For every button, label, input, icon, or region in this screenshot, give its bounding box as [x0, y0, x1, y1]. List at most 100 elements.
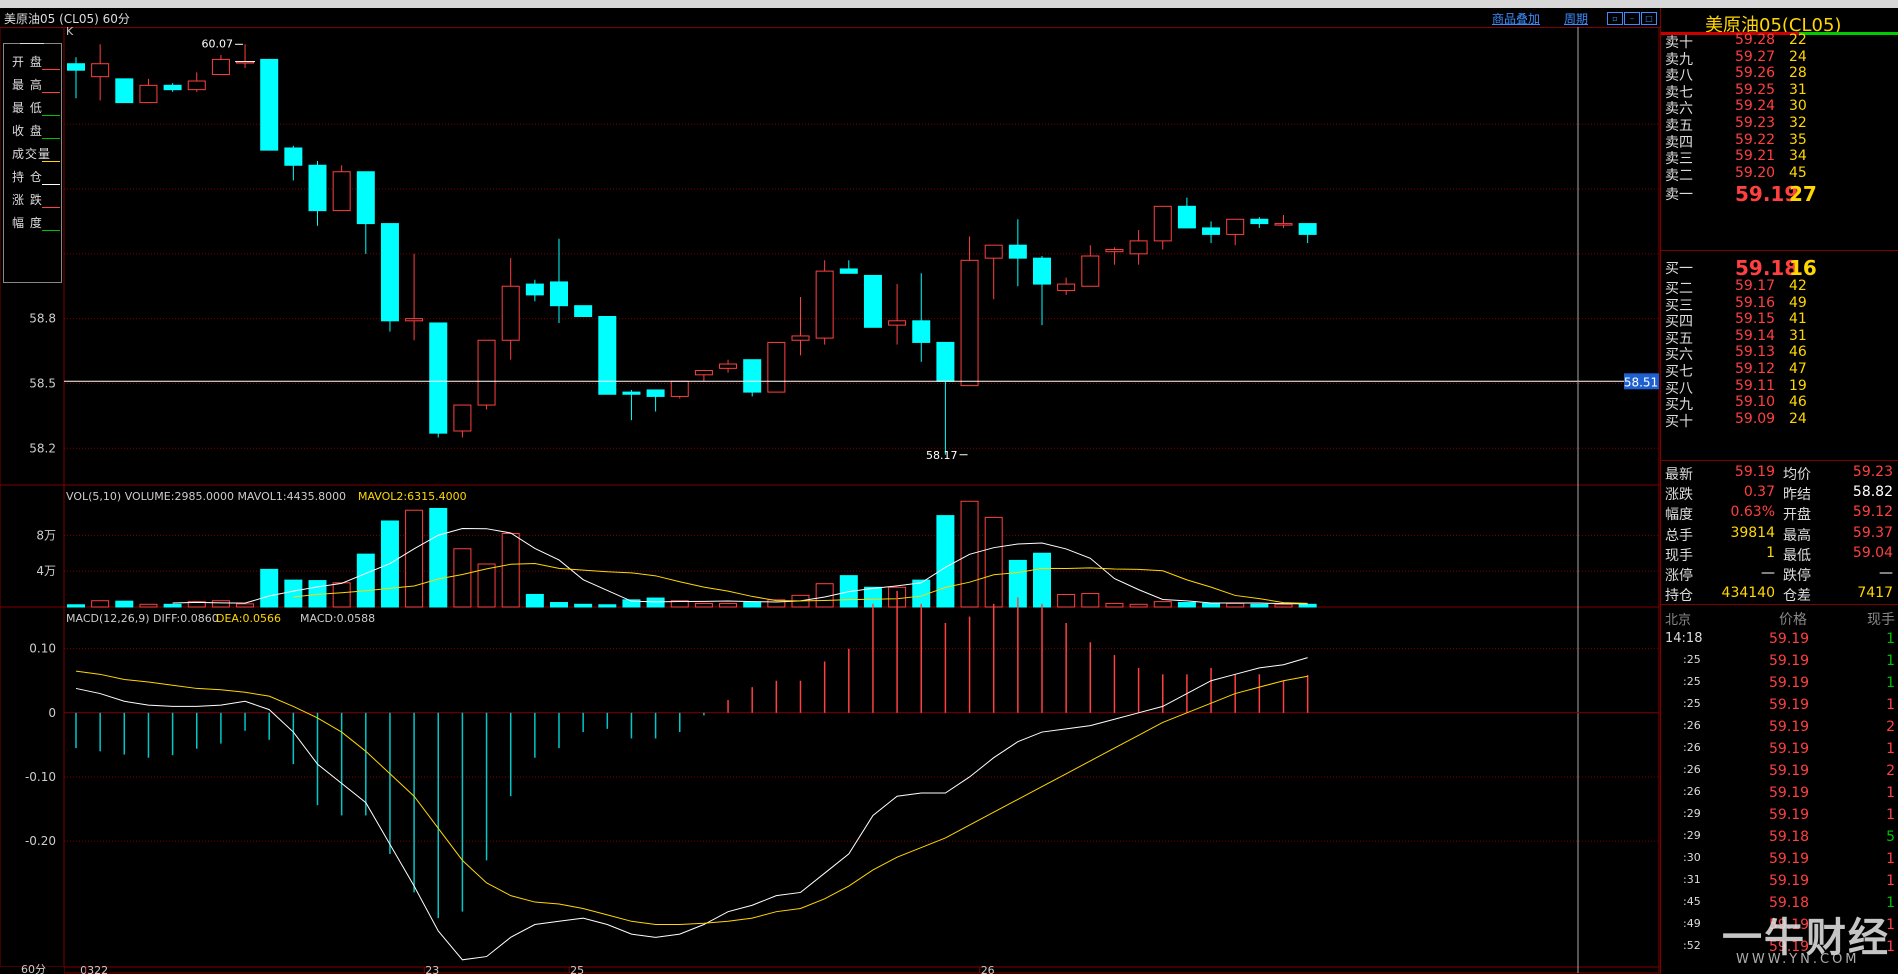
candle-body[interactable] — [598, 315, 617, 395]
volume-bar — [743, 602, 762, 608]
candle-body[interactable] — [1129, 240, 1148, 255]
ask-row[interactable]: 卖一 59.19 27 — [1661, 182, 1898, 206]
candle-body[interactable] — [405, 318, 424, 322]
candle-body[interactable] — [67, 63, 85, 71]
bid-row[interactable]: 买十 59.09 24 — [1661, 409, 1898, 430]
candle-body[interactable] — [622, 391, 641, 395]
candle-body[interactable] — [815, 270, 834, 339]
candle-body[interactable] — [115, 78, 134, 104]
candle-body[interactable] — [1153, 205, 1172, 242]
candle-body[interactable] — [767, 341, 786, 393]
candle-body[interactable] — [1202, 227, 1221, 235]
candle-body[interactable] — [550, 281, 568, 307]
tick-volume: 2 — [1886, 719, 1895, 735]
candle-body[interactable] — [380, 223, 399, 322]
candle-body[interactable] — [936, 341, 955, 382]
info-panel-rule — [20, 43, 44, 44]
candle-body[interactable] — [429, 322, 448, 434]
stat-item: 涨停 — — [1661, 563, 1781, 584]
stat-value: 7417 — [1857, 585, 1893, 602]
stat-label: 涨跌 — [1665, 487, 1693, 504]
stat-item: 最低 59.04 — [1779, 543, 1898, 564]
candle-body[interactable] — [1298, 223, 1317, 235]
tick-row: :25 59.19 1 — [1661, 672, 1898, 694]
volume-bar — [1298, 603, 1317, 608]
tick-time: :29 — [1683, 807, 1701, 820]
candle-body[interactable] — [163, 84, 182, 91]
x-axis-label: 0322 — [80, 964, 108, 974]
candle-body[interactable] — [260, 58, 279, 151]
volume-bar — [356, 553, 375, 608]
candle-body[interactable] — [187, 80, 206, 91]
candle-body[interactable] — [332, 171, 351, 212]
candle-body[interactable] — [888, 320, 907, 326]
period-link[interactable]: 周期 — [1564, 10, 1588, 27]
tick-row: :25 59.19 1 — [1661, 650, 1898, 672]
stat-label: 跌停 — [1783, 568, 1811, 584]
candle-body[interactable] — [356, 171, 375, 225]
candle-body[interactable] — [743, 359, 762, 393]
stat-item: 跌停 — — [1779, 563, 1898, 584]
bid-volume: 49 — [1789, 294, 1807, 311]
volume-bar — [115, 600, 134, 608]
candle-body[interactable] — [912, 320, 931, 343]
macd-tick-label: -0.20 — [25, 834, 56, 848]
candle-body[interactable] — [211, 58, 230, 76]
candle-body[interactable] — [1250, 218, 1269, 225]
candle-body[interactable] — [1274, 223, 1293, 226]
ask-row[interactable]: 卖二 59.20 45 — [1661, 163, 1898, 184]
candle-body[interactable] — [284, 147, 303, 166]
candle-body[interactable] — [646, 389, 665, 397]
volume-bar — [332, 582, 351, 608]
candle-body[interactable] — [694, 370, 713, 376]
ask-price: 59.27 — [1735, 48, 1776, 65]
overlay-link[interactable]: 商品叠加 — [1492, 10, 1540, 27]
candle-body[interactable] — [477, 339, 496, 406]
volume-bar — [1274, 603, 1293, 608]
candle-body[interactable] — [91, 63, 110, 78]
tick-time: :31 — [1683, 873, 1701, 886]
candle-body[interactable] — [839, 268, 858, 274]
volume-bar — [501, 533, 520, 608]
restore-icon[interactable]: ▫ — [1607, 12, 1623, 25]
candle-body[interactable] — [1226, 218, 1245, 235]
candle-body[interactable] — [1081, 255, 1100, 287]
maximize-icon[interactable]: □ — [1641, 12, 1657, 25]
candle-body[interactable] — [1057, 283, 1076, 292]
kline-chart[interactable]: K59.158.858.558.260.0758.1758.51VOL(5,10… — [0, 27, 1660, 974]
stats-divider — [1661, 460, 1898, 461]
tick-row: :29 59.19 1 — [1661, 804, 1898, 826]
candle-body[interactable] — [719, 363, 738, 369]
tick-price: 59.19 — [1769, 763, 1810, 779]
minimize-icon[interactable]: – — [1624, 12, 1640, 25]
bid-volume: 31 — [1789, 327, 1807, 344]
bid-label: 买十 — [1665, 413, 1693, 430]
candle-body[interactable] — [1008, 244, 1027, 259]
candle-body[interactable] — [960, 259, 979, 387]
candle-body[interactable] — [670, 380, 689, 397]
candle-body[interactable] — [453, 404, 472, 432]
candle-body[interactable] — [501, 285, 520, 341]
stat-item: 总手 39814 — [1661, 523, 1781, 544]
bid-row[interactable]: 买一 59.18 16 — [1661, 256, 1898, 280]
info-row: 幅 度 — [4, 210, 61, 238]
candle-body[interactable] — [1105, 249, 1124, 253]
candle-body[interactable] — [863, 274, 882, 328]
candle-body[interactable] — [308, 164, 327, 212]
stat-value: 59.23 — [1852, 464, 1893, 480]
candle-body[interactable] — [139, 84, 158, 104]
macd-tick-label: 0 — [48, 706, 56, 720]
window-buttons: ▫ – □ — [1607, 10, 1658, 25]
volume-bar — [574, 603, 593, 608]
bid-price: 59.17 — [1735, 278, 1776, 294]
ticks-header-price: 价格 — [1779, 612, 1807, 628]
candle-body[interactable] — [1033, 257, 1051, 285]
candle-body[interactable] — [791, 335, 810, 341]
candle-body[interactable] — [574, 305, 593, 317]
ask-volume: 30 — [1789, 98, 1807, 115]
tick-time: 14:18 — [1665, 631, 1703, 646]
candle-body[interactable] — [525, 283, 544, 296]
stat-value: 1 — [1766, 544, 1775, 561]
candle-body[interactable] — [1177, 205, 1196, 229]
candle-body[interactable] — [984, 244, 1003, 259]
